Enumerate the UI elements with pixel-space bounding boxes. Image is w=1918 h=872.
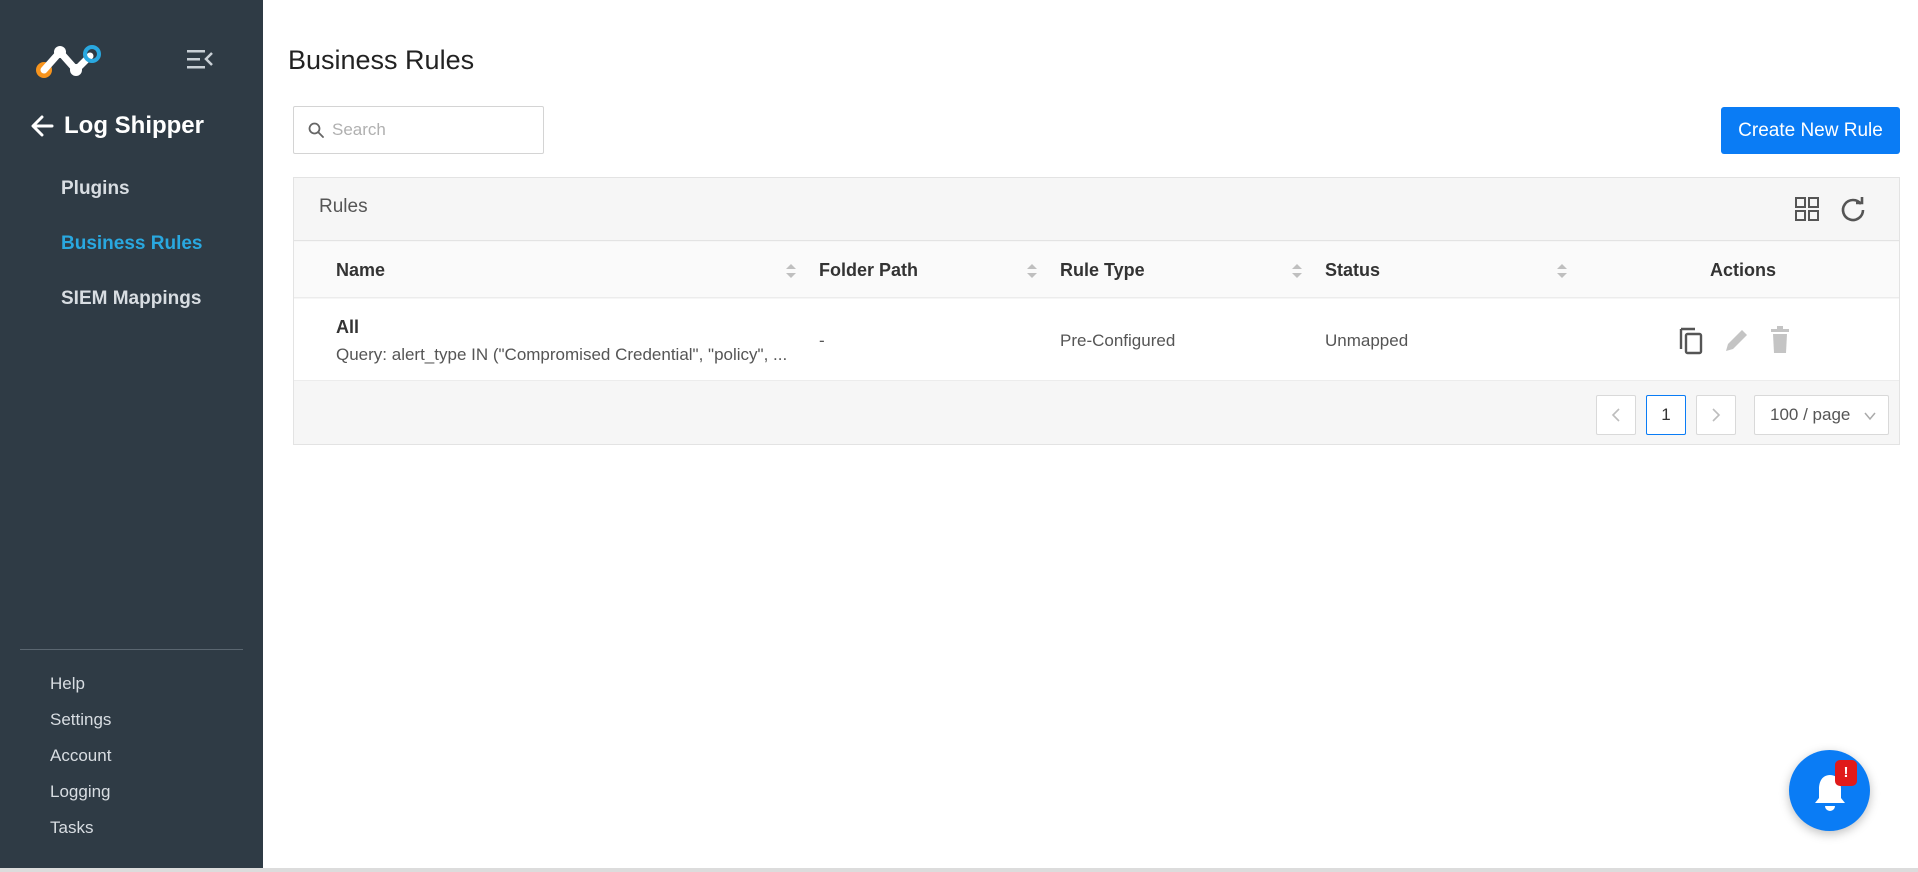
notification-badge: ! — [1835, 760, 1857, 786]
pencil-icon[interactable] — [1722, 325, 1750, 355]
chevron-right-icon — [1712, 408, 1721, 422]
chevron-left-icon — [1611, 408, 1620, 422]
sidebar-item-plugins[interactable]: Plugins — [61, 176, 203, 231]
menu-collapse-icon[interactable] — [186, 48, 214, 70]
rule-status: Unmapped — [1325, 331, 1409, 350]
page-size-select[interactable]: 100 / page — [1754, 395, 1889, 435]
rule-query: Query: alert_type IN ("Compromised Crede… — [336, 345, 788, 364]
sidebar-bottom-nav: Help Settings Account Logging Tasks — [50, 672, 111, 852]
search-input[interactable] — [332, 120, 532, 140]
rules-card-title: Rules — [319, 196, 368, 217]
sidebar-item-settings[interactable]: Settings — [50, 708, 111, 744]
sidebar: Log Shipper Plugins Business Rules SIEM … — [0, 0, 263, 872]
section-title: Log Shipper — [64, 112, 204, 139]
refresh-icon[interactable] — [1839, 195, 1867, 223]
column-header-name[interactable]: Name — [336, 242, 385, 298]
sort-icon[interactable] — [1292, 264, 1302, 278]
sidebar-item-siem-mappings[interactable]: SIEM Mappings — [61, 286, 203, 341]
sort-icon[interactable] — [1557, 264, 1567, 278]
page-bottom-border — [0, 868, 1918, 872]
pagination-page-1[interactable]: 1 — [1646, 395, 1686, 435]
sidebar-item-account[interactable]: Account — [50, 744, 111, 780]
page-size-value: 100 / page — [1770, 405, 1851, 424]
sidebar-item-help[interactable]: Help — [50, 672, 111, 708]
notifications-button[interactable]: ! — [1789, 750, 1870, 831]
rule-name[interactable]: All — [336, 317, 359, 338]
pagination-next-button[interactable] — [1696, 395, 1736, 435]
copy-icon[interactable] — [1677, 325, 1705, 355]
create-new-rule-button[interactable]: Create New Rule — [1721, 107, 1900, 154]
rule-folder-path: - — [819, 331, 825, 350]
column-header-status[interactable]: Status — [1325, 242, 1380, 298]
search-icon — [308, 122, 324, 138]
trash-icon[interactable] — [1766, 325, 1794, 355]
rules-card-header: Rules — [294, 178, 1899, 241]
sidebar-divider — [20, 649, 243, 650]
sort-icon[interactable] — [786, 264, 796, 278]
grid-view-icon[interactable] — [1794, 196, 1820, 222]
table-header: Name Folder Path Rule Type Status Action… — [294, 242, 1899, 298]
column-header-rule-type[interactable]: Rule Type — [1060, 242, 1145, 298]
sort-icon[interactable] — [1027, 264, 1037, 278]
chevron-down-icon — [1864, 412, 1876, 421]
sidebar-item-logging[interactable]: Logging — [50, 780, 111, 816]
table-row: All Query: alert_type IN ("Compromised C… — [294, 299, 1899, 381]
pagination-prev-button[interactable] — [1596, 395, 1636, 435]
column-header-actions: Actions — [1710, 260, 1777, 280]
page-title: Business Rules — [288, 45, 475, 75]
rules-card: Rules Name Folder Path Rule Type Status … — [293, 177, 1900, 445]
column-header-folder-path[interactable]: Folder Path — [819, 242, 918, 298]
sidebar-item-business-rules[interactable]: Business Rules — [61, 231, 203, 286]
sidebar-nav: Plugins Business Rules SIEM Mappings — [61, 176, 203, 341]
back-to-log-shipper[interactable]: Log Shipper — [30, 112, 204, 140]
rule-type: Pre-Configured — [1060, 331, 1176, 350]
brand-logo-icon[interactable] — [36, 44, 102, 80]
sidebar-item-tasks[interactable]: Tasks — [50, 816, 111, 852]
search-box[interactable] — [293, 106, 544, 154]
arrow-left-icon — [31, 115, 54, 137]
